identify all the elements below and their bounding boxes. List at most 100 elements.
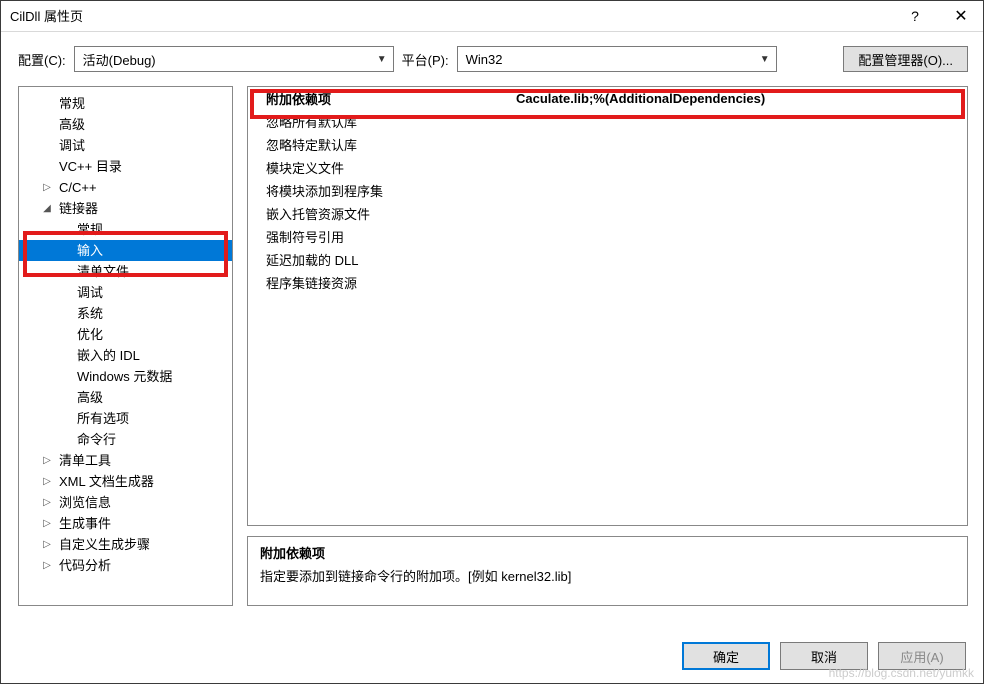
tree-item-label: 高级 <box>55 114 89 135</box>
property-row[interactable]: 嵌入托管资源文件 <box>248 202 967 225</box>
property-name: 程序集链接资源 <box>248 271 508 294</box>
property-row[interactable]: 程序集链接资源 <box>248 271 967 294</box>
property-value[interactable] <box>508 248 967 271</box>
property-value[interactable] <box>508 202 967 225</box>
ok-button[interactable]: 确定 <box>682 642 770 670</box>
main-area: 常规高级调试VC++ 目录▷C/C++◢链接器常规输入清单文件调试系统优化嵌入的… <box>0 86 984 606</box>
platform-dropdown[interactable]: Win32 ▼ <box>457 46 777 72</box>
tree-item[interactable]: 所有选项 <box>19 408 232 429</box>
property-name: 延迟加载的 DLL <box>248 248 508 271</box>
tree-item-label: 清单工具 <box>55 450 115 471</box>
property-row[interactable]: 忽略特定默认库 <box>248 133 967 156</box>
tree-item[interactable]: 调试 <box>19 282 232 303</box>
property-row[interactable]: 模块定义文件 <box>248 156 967 179</box>
config-dropdown[interactable]: 活动(Debug) ▼ <box>74 46 394 72</box>
description-body: 指定要添加到链接命令行的附加项。[例如 kernel32.lib] <box>260 566 955 585</box>
tree-item[interactable]: Windows 元数据 <box>19 366 232 387</box>
tree-item[interactable]: 优化 <box>19 324 232 345</box>
tree-item[interactable]: 调试 <box>19 135 232 156</box>
config-value: 活动(Debug) <box>83 50 156 69</box>
expand-icon[interactable]: ▷ <box>41 492 53 513</box>
tree-item[interactable]: ◢链接器 <box>19 198 232 219</box>
expand-icon[interactable]: ▷ <box>41 177 53 198</box>
tree-item-label: VC++ 目录 <box>55 156 126 177</box>
tree-item-label: 调试 <box>55 135 89 156</box>
tree-item-label: 所有选项 <box>73 408 133 429</box>
tree-item[interactable]: ▷代码分析 <box>19 555 232 576</box>
expand-icon[interactable]: ▷ <box>41 555 53 576</box>
property-row[interactable]: 忽略所有默认库 <box>248 110 967 133</box>
platform-value: Win32 <box>466 52 503 67</box>
tree-item[interactable]: 系统 <box>19 303 232 324</box>
tree-item-label: 代码分析 <box>55 555 115 576</box>
config-label: 配置(C): <box>18 50 66 69</box>
expand-icon[interactable]: ▷ <box>41 534 53 555</box>
chevron-down-icon: ▼ <box>760 54 770 65</box>
property-row[interactable]: 附加依赖项Caculate.lib;%(AdditionalDependenci… <box>248 87 967 110</box>
expand-icon[interactable]: ▷ <box>41 471 53 492</box>
help-button[interactable]: ? <box>892 0 938 32</box>
tree-item[interactable]: ▷C/C++ <box>19 177 232 198</box>
tree-item-label: XML 文档生成器 <box>55 471 158 492</box>
config-manager-button[interactable]: 配置管理器(O)... <box>843 46 968 72</box>
tree-item[interactable]: 清单文件 <box>19 261 232 282</box>
tree-item[interactable]: ▷自定义生成步骤 <box>19 534 232 555</box>
property-name: 强制符号引用 <box>248 225 508 248</box>
tree-item-label: Windows 元数据 <box>73 366 176 387</box>
property-value[interactable] <box>508 156 967 179</box>
tree-item-label: 优化 <box>73 324 107 345</box>
tree-item-label: 系统 <box>73 303 107 324</box>
tree-item-label: 输入 <box>73 240 107 261</box>
tree-item-label: 链接器 <box>55 198 102 219</box>
tree-item-label: 调试 <box>73 282 107 303</box>
tree-item[interactable]: 输入 <box>19 240 232 261</box>
property-name: 忽略特定默认库 <box>248 133 508 156</box>
property-name: 嵌入托管资源文件 <box>248 202 508 225</box>
details-pane: 附加依赖项 Caculate.lib;%(AdditionalDependenci… <box>247 86 968 606</box>
tree-item[interactable]: VC++ 目录 <box>19 156 232 177</box>
titlebar: CilDll 属性页 ? ✕ <box>0 0 984 32</box>
nav-tree[interactable]: 常规高级调试VC++ 目录▷C/C++◢链接器常规输入清单文件调试系统优化嵌入的… <box>18 86 233 606</box>
tree-item-label: C/C++ <box>55 177 101 198</box>
apply-button[interactable]: 应用(A) <box>878 642 966 670</box>
tree-item[interactable]: 高级 <box>19 387 232 408</box>
close-button[interactable]: ✕ <box>938 0 984 32</box>
property-value[interactable] <box>508 225 967 248</box>
tree-item[interactable]: ▷生成事件 <box>19 513 232 534</box>
tree-item-label: 自定义生成步骤 <box>55 534 154 555</box>
property-name: 忽略所有默认库 <box>248 110 508 133</box>
tree-item[interactable]: 高级 <box>19 114 232 135</box>
tree-item[interactable]: 嵌入的 IDL <box>19 345 232 366</box>
tree-item[interactable]: 常规 <box>19 93 232 114</box>
property-value[interactable] <box>508 271 967 294</box>
property-row[interactable]: 将模块添加到程序集 <box>248 179 967 202</box>
property-value[interactable] <box>508 179 967 202</box>
property-row[interactable]: 延迟加载的 DLL <box>248 248 967 271</box>
property-value[interactable] <box>508 133 967 156</box>
expand-icon[interactable]: ◢ <box>41 198 53 219</box>
tree-item-label: 清单文件 <box>73 261 133 282</box>
config-row: 配置(C): 活动(Debug) ▼ 平台(P): Win32 ▼ 配置管理器(… <box>0 32 984 86</box>
tree-item[interactable]: 常规 <box>19 219 232 240</box>
tree-item[interactable]: ▷清单工具 <box>19 450 232 471</box>
property-row[interactable]: 强制符号引用 <box>248 225 967 248</box>
expand-icon[interactable]: ▷ <box>41 450 53 471</box>
description-box: 附加依赖项 指定要添加到链接命令行的附加项。[例如 kernel32.lib] <box>247 536 968 606</box>
property-name: 模块定义文件 <box>248 156 508 179</box>
tree-item-label: 生成事件 <box>55 513 115 534</box>
property-value[interactable] <box>508 110 967 133</box>
cancel-button[interactable]: 取消 <box>780 642 868 670</box>
property-value[interactable]: Caculate.lib;%(AdditionalDependencies) <box>508 87 967 110</box>
tree-item-label: 常规 <box>55 93 89 114</box>
platform-label: 平台(P): <box>402 50 449 69</box>
tree-item[interactable]: ▷浏览信息 <box>19 492 232 513</box>
window-title: CilDll 属性页 <box>10 6 892 25</box>
description-heading: 附加依赖项 <box>260 543 955 562</box>
tree-item[interactable]: ▷XML 文档生成器 <box>19 471 232 492</box>
expand-icon[interactable]: ▷ <box>41 513 53 534</box>
property-name: 将模块添加到程序集 <box>248 179 508 202</box>
chevron-down-icon: ▼ <box>377 54 387 65</box>
property-grid[interactable]: 附加依赖项Caculate.lib;%(AdditionalDependenci… <box>247 86 968 526</box>
tree-item-label: 嵌入的 IDL <box>73 345 144 366</box>
tree-item[interactable]: 命令行 <box>19 429 232 450</box>
